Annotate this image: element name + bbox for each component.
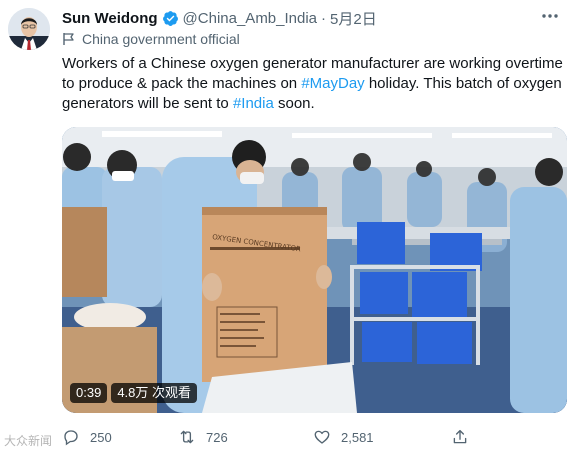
avatar[interactable] (8, 8, 50, 50)
retweet-icon (180, 430, 194, 444)
share-icon (453, 429, 467, 444)
tweet-card: Sun Weidong @China_Amb_India · 5月2日 Chin… (0, 0, 574, 455)
more-options-icon[interactable] (538, 6, 562, 26)
separator-dot: · (321, 9, 327, 27)
video-duration: 0:39 (70, 383, 108, 403)
government-label[interactable]: China government official (62, 31, 240, 47)
video-badge: 0:39 4.8万 次观看 (70, 383, 197, 403)
verified-badge-icon (162, 10, 179, 27)
retweet-count: 726 (206, 429, 228, 445)
avatar-photo (8, 8, 50, 50)
tweet-text: Workers of a Chinese oxygen generator ma… (62, 54, 570, 114)
tweet-date[interactable]: 5月2日 (330, 8, 377, 29)
reply-count: 250 (90, 429, 112, 445)
retweet-button[interactable]: 726 (178, 428, 313, 446)
video-player[interactable]: OXYGEN CONCENTRATOR 0:39 4.8万 次观看 (62, 127, 567, 413)
video-frame: OXYGEN CONCENTRATOR (62, 127, 567, 413)
tweet-text-part3: soon. (273, 95, 315, 112)
reply-icon (64, 430, 78, 446)
hashtag-india[interactable]: #India (233, 95, 274, 112)
user-handle[interactable]: @China_Amb_India (183, 10, 317, 27)
tweet-header: Sun Weidong @China_Amb_India · 5月2日 (62, 8, 377, 28)
share-button[interactable] (451, 428, 479, 446)
heart-icon (314, 430, 330, 444)
hashtag-mayday[interactable]: #MayDay (301, 75, 364, 92)
watermark-text: 大众新闻 (4, 434, 53, 448)
video-views: 4.8万 次观看 (111, 383, 197, 403)
like-count: 2,581 (341, 429, 374, 445)
tweet-actions: 250 726 2,581 (62, 426, 502, 448)
government-label-text: China government official (82, 31, 240, 47)
user-name[interactable]: Sun Weidong (62, 10, 158, 27)
like-button[interactable]: 2,581 (313, 428, 451, 446)
reply-button[interactable]: 250 (62, 428, 178, 446)
flag-icon (63, 33, 74, 45)
